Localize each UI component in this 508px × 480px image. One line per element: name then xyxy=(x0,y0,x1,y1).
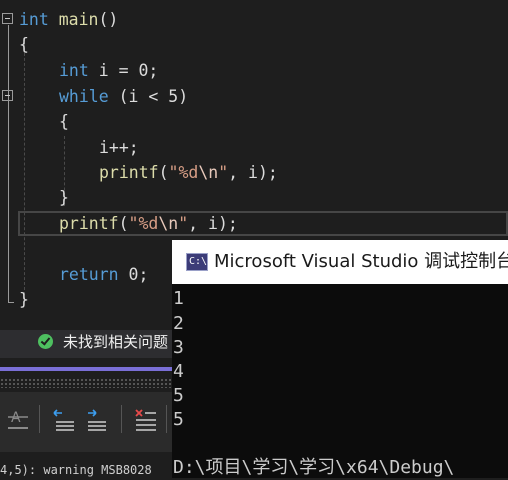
console-output-line: 1 xyxy=(173,288,184,309)
remove-breakpoints-icon[interactable] xyxy=(132,405,160,435)
toolbar-separator xyxy=(121,405,122,433)
console-output-line: 4 xyxy=(173,361,184,382)
code-line-4[interactable]: while (i < 5) xyxy=(59,84,188,109)
check-circle-icon xyxy=(38,334,53,349)
code-line-10[interactable]: return 0; xyxy=(59,262,148,287)
code-line-8[interactable]: } xyxy=(59,185,69,210)
console-app-icon: C:\ xyxy=(186,253,208,271)
strikethrough-icon[interactable]: A xyxy=(4,405,32,435)
indent-icon[interactable] xyxy=(82,405,110,435)
fold-guide-while xyxy=(8,102,9,302)
code-line-7[interactable]: printf("%d\n", i); xyxy=(99,160,278,185)
toolbar-separator xyxy=(166,405,167,433)
output-text: 4,5): warning MSB8028 xyxy=(0,455,172,478)
panel-splitter[interactable] xyxy=(0,378,172,388)
fold-main-icon[interactable] xyxy=(2,13,13,24)
console-output-line: 2 xyxy=(173,313,184,334)
console-title: Microsoft Visual Studio 调试控制台 xyxy=(214,251,508,272)
code-line-3[interactable]: int i = 0; xyxy=(59,58,158,83)
code-line-9[interactable]: printf("%d\n", i); xyxy=(59,211,238,236)
console-icon-text: C:\ xyxy=(189,256,208,267)
code-line-11[interactable]: } xyxy=(19,287,29,312)
fold-end-main xyxy=(8,302,14,303)
code-line-6[interactable]: i++; xyxy=(99,135,139,160)
code-line-2[interactable]: { xyxy=(19,32,29,57)
status-message[interactable]: 未找到相关问题 xyxy=(63,331,172,353)
console-output-line: 5 xyxy=(173,409,184,430)
indent-guide-1 xyxy=(24,38,25,300)
code-line-1[interactable]: int main() xyxy=(19,7,118,32)
svg-text:A: A xyxy=(11,410,21,426)
console-output-line: 5 xyxy=(173,385,184,406)
console-output-line: 3 xyxy=(173,337,184,358)
code-line-5[interactable]: { xyxy=(59,109,69,134)
panel-accent-bar xyxy=(0,367,172,371)
outdent-icon[interactable] xyxy=(50,405,78,435)
fold-while-icon[interactable] xyxy=(2,90,13,101)
toolbar-separator xyxy=(39,405,40,433)
console-output-line: D:\项目\学习\学习\x64\Debug\ xyxy=(173,457,455,478)
